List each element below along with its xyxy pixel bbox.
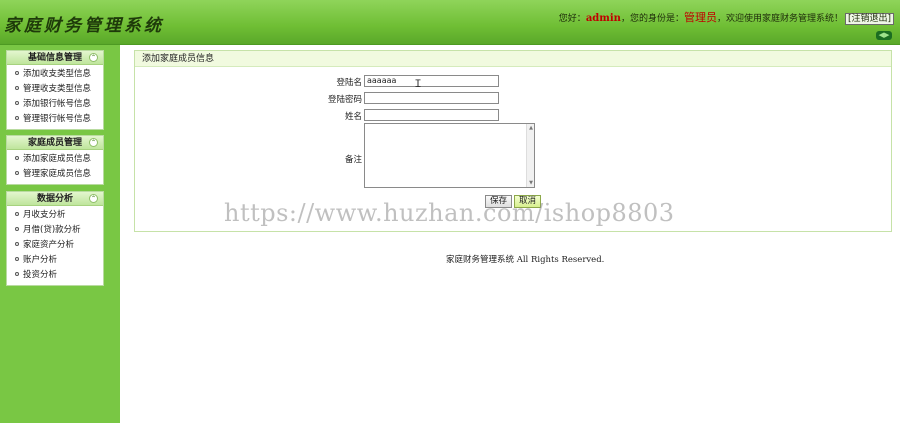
sidebar-item-label: 管理银行帐号信息 <box>23 114 92 124</box>
menu-group-title[interactable]: 数据分析 ⌃ <box>7 192 103 206</box>
scrollbar[interactable]: ▲ ▼ <box>526 124 534 187</box>
bullet-icon <box>15 257 19 261</box>
menu-group-label: 数据分析 <box>36 194 73 204</box>
name-input[interactable] <box>364 109 499 121</box>
sidebar-item-investment[interactable]: 投资分析 <box>7 268 103 283</box>
scroll-up-icon[interactable]: ▲ <box>528 125 534 131</box>
login-input[interactable]: aaaaaa <box>364 75 499 87</box>
user-bar: 您好：admin，您的身份是：管理员，欢迎使用家庭财务管理系统！ [注销退出] <box>559 9 894 25</box>
sidebar-item-add-bank[interactable]: 添加银行帐号信息 <box>7 97 103 112</box>
menu-group-label: 家庭成员管理 <box>27 138 82 148</box>
collapse-icon[interactable]: ⌃ <box>89 53 98 62</box>
menu-group-title[interactable]: 基础信息管理 ⌃ <box>7 51 103 65</box>
bullet-icon <box>15 71 19 75</box>
menu-group-label: 基础信息管理 <box>27 53 82 63</box>
login-label: 登陆名 <box>336 78 362 88</box>
menu-group-title[interactable]: 家庭成员管理 ⌃ <box>7 136 103 150</box>
sidebar-item-accounts[interactable]: 账户分析 <box>7 253 103 268</box>
bullet-icon <box>15 272 19 276</box>
sidebar-item-label: 账户分析 <box>23 255 58 265</box>
footer: 家庭财务管理系统 All Rights Reserved. <box>446 255 605 265</box>
sidebar-item-manage-type[interactable]: 管理收支类型信息 <box>7 82 103 97</box>
role-label: 管理员 <box>683 11 717 24</box>
watermark: https://www.huzhan.com/ishop8803 <box>224 199 675 227</box>
header: 家庭财务管理系统 您好：admin，您的身份是：管理员，欢迎使用家庭财务管理系统… <box>0 0 900 45</box>
username: admin <box>585 13 621 24</box>
sidebar-item-label: 添加收支类型信息 <box>23 69 92 79</box>
app-logo: 家庭财务管理系统 <box>4 16 164 36</box>
welcome-text: ，欢迎使用家庭财务管理系统！ <box>716 14 843 24</box>
collapse-icon[interactable]: ⌃ <box>89 138 98 147</box>
sidebar-item-add-member[interactable]: 添加家庭成员信息 <box>7 152 103 167</box>
bullet-icon <box>15 116 19 120</box>
name-label: 姓名 <box>344 112 362 122</box>
menu-group-analysis: 数据分析 ⌃ 月收支分析 月借(贷)款分析 家庭资产分析 账户分析 投资分析 <box>6 191 104 286</box>
bullet-icon <box>15 171 19 175</box>
scroll-down-icon[interactable]: ▼ <box>528 180 534 186</box>
password-label: 登陆密码 <box>327 95 362 105</box>
bullet-icon <box>15 242 19 246</box>
sidebar-item-label: 月收支分析 <box>23 210 66 220</box>
sidebar: 基础信息管理 ⌃ 添加收支类型信息 管理收支类型信息 添加银行帐号信息 管理银行… <box>0 45 120 423</box>
menu-group-family: 家庭成员管理 ⌃ 添加家庭成员信息 管理家庭成员信息 <box>6 135 104 185</box>
bullet-icon <box>15 86 19 90</box>
sidebar-item-monthly-income[interactable]: 月收支分析 <box>7 208 103 223</box>
remark-textarea[interactable]: ▲ ▼ <box>364 123 535 188</box>
sidebar-item-manage-member[interactable]: 管理家庭成员信息 <box>7 167 103 182</box>
bullet-icon <box>15 156 19 160</box>
remark-label: 备注 <box>344 155 362 165</box>
bullet-icon <box>15 212 19 216</box>
menu-group-basic: 基础信息管理 ⌃ 添加收支类型信息 管理收支类型信息 添加银行帐号信息 管理银行… <box>6 50 104 130</box>
sidebar-item-label: 家庭资产分析 <box>23 240 75 250</box>
role-prefix: ，您的身份是： <box>620 14 684 24</box>
greeting: 您好： <box>558 14 586 24</box>
sidebar-item-label: 管理家庭成员信息 <box>23 169 92 179</box>
sidebar-item-assets[interactable]: 家庭资产分析 <box>7 238 103 253</box>
sidebar-item-manage-bank[interactable]: 管理银行帐号信息 <box>7 112 103 127</box>
password-input[interactable] <box>364 92 499 104</box>
bullet-icon <box>15 227 19 231</box>
panel-title: 添加家庭成员信息 <box>135 51 891 67</box>
logout-link[interactable]: [注销退出] <box>844 13 894 25</box>
sidebar-item-monthly-loan[interactable]: 月借(贷)款分析 <box>7 223 103 238</box>
sidebar-item-label: 管理收支类型信息 <box>23 84 92 94</box>
sidebar-item-label: 添加家庭成员信息 <box>23 154 92 164</box>
sidebar-item-add-type[interactable]: 添加收支类型信息 <box>7 67 103 82</box>
collapse-icon[interactable]: ⌃ <box>89 194 98 203</box>
sidebar-item-label: 添加银行帐号信息 <box>23 99 92 109</box>
sidebar-item-label: 投资分析 <box>23 270 58 280</box>
sidebar-item-label: 月借(贷)款分析 <box>23 225 81 235</box>
text-cursor-icon: Ｉ <box>413 79 423 90</box>
bullet-icon <box>15 101 19 105</box>
nav-arrows-icon[interactable]: ◀▶ <box>876 31 892 40</box>
